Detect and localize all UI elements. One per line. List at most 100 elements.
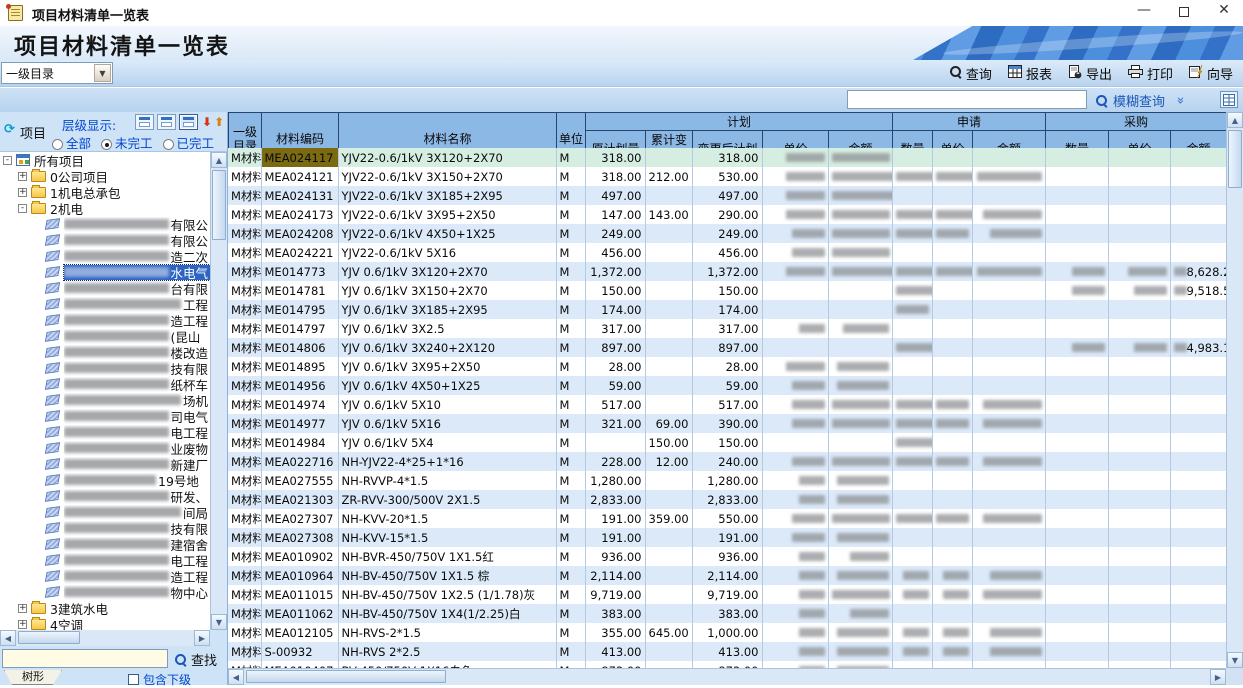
chevron-expand-icon[interactable]: » — [1173, 97, 1188, 105]
cell-plan-after-change[interactable]: 1,280.00 — [692, 471, 762, 490]
tree-leaf-project-6[interactable]: 造工程 — [0, 312, 210, 328]
cell-plan-amount[interactable] — [828, 433, 892, 452]
cell-plan-after-change[interactable]: 249.00 — [692, 224, 762, 243]
cell-apply-unit-price[interactable] — [932, 319, 972, 338]
cell-purchase-unit-price[interactable] — [1108, 243, 1170, 262]
tree-leaf-project-16[interactable]: 19号地 — [0, 472, 210, 488]
cell-material-code[interactable]: MEA010902 — [261, 547, 338, 566]
cell-plan-amount[interactable] — [828, 490, 892, 509]
tree-leaf-project-15[interactable]: 新建厂 — [0, 456, 210, 472]
cell-category[interactable]: M材料 — [228, 471, 261, 490]
cell-material-name[interactable]: YJV22-0.6/1kV 3X95+2X50 — [338, 205, 556, 224]
cell-plan-after-change[interactable]: 1,372.00 — [692, 262, 762, 281]
cell-unit[interactable]: M — [556, 642, 585, 661]
cell-purchase-qty[interactable] — [1045, 319, 1108, 338]
cell-purchase-amount[interactable] — [1170, 243, 1226, 262]
collapse-icon[interactable]: - — [18, 204, 27, 213]
cell-unit[interactable]: M — [556, 566, 585, 585]
cell-purchase-amount[interactable] — [1170, 300, 1226, 319]
cell-apply-amount[interactable] — [972, 281, 1045, 300]
table-row[interactable]: M材料MEA012105NH-RVS-2*1.5M355.00645.001,0… — [228, 623, 1226, 642]
cell-apply-unit-price[interactable] — [932, 224, 972, 243]
cell-plan-unit-price[interactable] — [762, 167, 828, 186]
cell-apply-amount[interactable] — [972, 300, 1045, 319]
cell-purchase-amount[interactable] — [1170, 433, 1226, 452]
cell-plan-accum-change[interactable] — [645, 642, 692, 661]
cell-purchase-qty[interactable] — [1045, 471, 1108, 490]
cell-apply-qty[interactable] — [892, 528, 932, 547]
collapse-icon[interactable]: - — [3, 156, 12, 165]
cell-plan-after-change[interactable]: 550.00 — [692, 509, 762, 528]
cell-material-code[interactable]: MEA024208 — [261, 224, 338, 243]
scrollbar-thumb[interactable] — [18, 631, 80, 644]
cell-plan-amount[interactable] — [828, 528, 892, 547]
cell-purchase-qty[interactable] — [1045, 661, 1108, 668]
sidebar-vertical-scrollbar[interactable]: ▲ ▼ — [210, 152, 227, 630]
cell-plan-original-qty[interactable]: 59.00 — [585, 376, 645, 395]
cell-plan-amount[interactable] — [828, 262, 892, 281]
toolbar-button-wizard[interactable]: 向导 — [1189, 64, 1233, 83]
cell-apply-qty[interactable] — [892, 300, 932, 319]
cell-apply-qty[interactable] — [892, 224, 932, 243]
table-row[interactable]: M材料ME014797YJV 0.6/1kV 3X2.5M317.00317.0… — [228, 319, 1226, 338]
tree-find-input[interactable] — [2, 649, 168, 668]
cell-plan-accum-change[interactable] — [645, 243, 692, 262]
tree-leaf-project-19[interactable]: 技有限 — [0, 520, 210, 536]
cell-purchase-qty[interactable] — [1045, 623, 1108, 642]
cell-material-code[interactable]: ME014977 — [261, 414, 338, 433]
table-row[interactable]: M材料MEA027308NH-KVV-15*1.5M191.00191.00 — [228, 528, 1226, 547]
cell-purchase-qty[interactable] — [1045, 205, 1108, 224]
cell-plan-amount[interactable] — [828, 547, 892, 566]
cell-plan-accum-change[interactable] — [645, 585, 692, 604]
cell-apply-qty[interactable] — [892, 205, 932, 224]
grid-settings-button[interactable] — [1220, 91, 1238, 108]
cell-apply-unit-price[interactable] — [932, 300, 972, 319]
scroll-down-icon[interactable]: ▼ — [1227, 652, 1243, 668]
cell-apply-unit-price[interactable] — [932, 547, 972, 566]
cell-purchase-unit-price[interactable] — [1108, 395, 1170, 414]
cell-unit[interactable]: M — [556, 148, 585, 167]
tree-leaf-project-11[interactable]: 场机 — [0, 392, 210, 408]
radio-unfinished[interactable]: 未完工 — [101, 133, 153, 152]
cell-unit[interactable]: M — [556, 604, 585, 623]
cell-apply-qty[interactable] — [892, 357, 932, 376]
cell-purchase-amount[interactable] — [1170, 224, 1226, 243]
cell-purchase-amount[interactable] — [1170, 623, 1226, 642]
tree-leaf-project-18[interactable]: 间局 — [0, 504, 210, 520]
tree-node-3建筑水电[interactable]: +3建筑水电 — [0, 600, 210, 616]
cell-purchase-amount[interactable] — [1170, 167, 1226, 186]
toolbar-button-report[interactable]: 报表 — [1008, 64, 1052, 83]
cell-purchase-amount[interactable] — [1170, 319, 1226, 338]
cell-plan-amount[interactable] — [828, 376, 892, 395]
cell-unit[interactable]: M — [556, 262, 585, 281]
tree-leaf-project-10[interactable]: 纸杯车 — [0, 376, 210, 392]
cell-apply-qty[interactable] — [892, 433, 932, 452]
cell-plan-original-qty[interactable]: 2,833.00 — [585, 490, 645, 509]
cell-apply-unit-price[interactable] — [932, 414, 972, 433]
cell-apply-amount[interactable] — [972, 376, 1045, 395]
table-row[interactable]: M材料S-00932NH-RVS 2*2.5M413.00413.00 — [228, 642, 1226, 661]
scroll-up-icon[interactable]: ▲ — [211, 152, 227, 168]
cell-purchase-amount[interactable]: 8,628.20 — [1170, 262, 1226, 281]
cell-plan-after-change[interactable]: 2,833.00 — [692, 490, 762, 509]
cell-apply-unit-price[interactable] — [932, 186, 972, 205]
tree-node-2机电[interactable]: -2机电 — [0, 200, 210, 216]
cell-unit[interactable]: M — [556, 509, 585, 528]
cell-purchase-qty[interactable] — [1045, 262, 1108, 281]
cell-plan-unit-price[interactable] — [762, 338, 828, 357]
cell-plan-accum-change[interactable] — [645, 338, 692, 357]
cell-plan-after-change[interactable]: 28.00 — [692, 357, 762, 376]
cell-apply-unit-price[interactable] — [932, 490, 972, 509]
tree-leaf-project-4[interactable]: 台有限 — [0, 280, 210, 296]
expand-icon[interactable]: + — [18, 620, 27, 629]
tree-node-4空调[interactable]: +4空调 — [0, 616, 210, 630]
cell-plan-unit-price[interactable] — [762, 585, 828, 604]
table-row[interactable]: M材料ME014795YJV 0.6/1kV 3X185+2X95M174.00… — [228, 300, 1226, 319]
cell-category[interactable]: M材料 — [228, 566, 261, 585]
cell-plan-accum-change[interactable]: 212.00 — [645, 167, 692, 186]
cell-purchase-qty[interactable] — [1045, 224, 1108, 243]
cell-purchase-unit-price[interactable] — [1108, 604, 1170, 623]
cell-plan-unit-price[interactable] — [762, 395, 828, 414]
cell-apply-amount[interactable] — [972, 623, 1045, 642]
cell-material-name[interactable]: YJV22-0.6/1kV 3X150+2X70 — [338, 167, 556, 186]
